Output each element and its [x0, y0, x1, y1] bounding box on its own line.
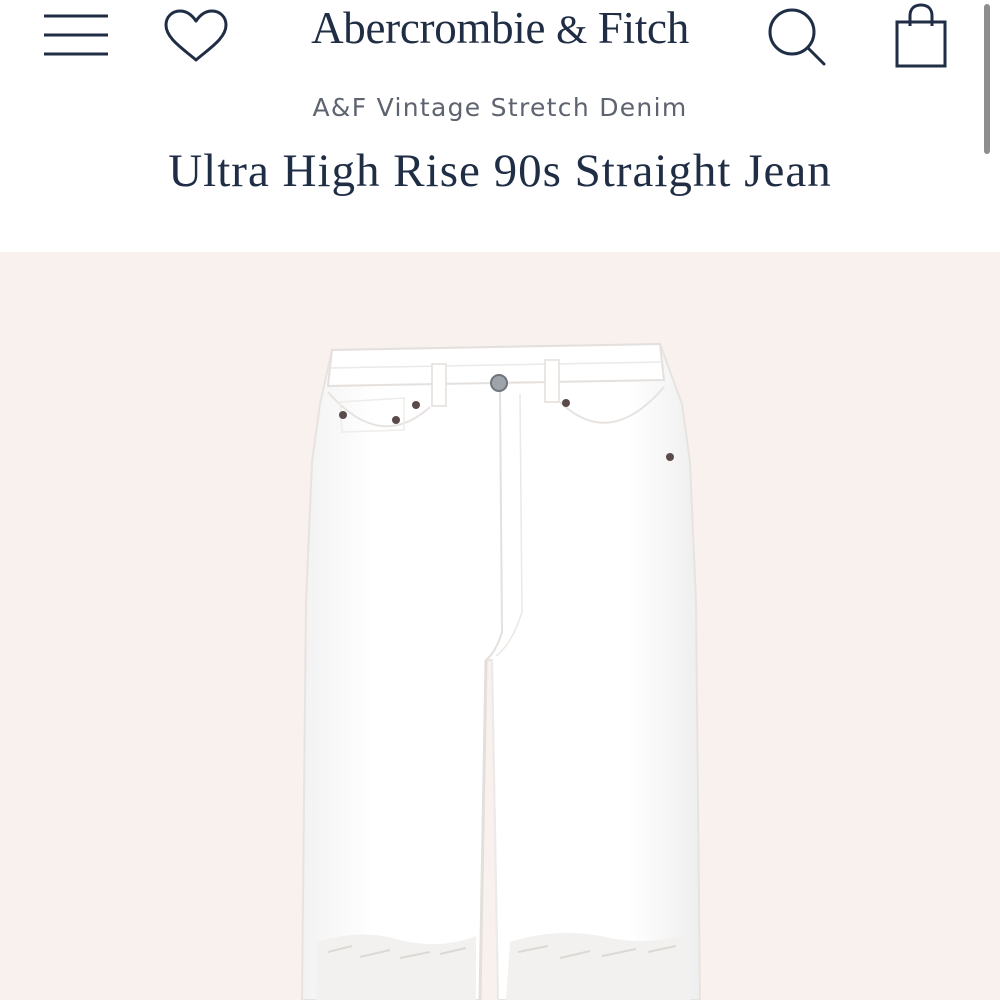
product-title: Ultra High Rise 90s Straight Jean	[168, 145, 832, 197]
heart-icon[interactable]	[162, 8, 230, 64]
brand-name-tail: Fitch	[597, 3, 689, 53]
shopping-bag-icon[interactable]	[893, 2, 951, 70]
product-image[interactable]	[0, 252, 1000, 1000]
top-navigation-bar: Abercrombie & Fitch	[0, 0, 1000, 80]
brand-name-main: Abercrombie	[311, 3, 546, 53]
hamburger-menu-icon[interactable]	[42, 12, 110, 58]
white-straight-jeans-image	[0, 252, 1000, 1000]
page-scrollbar[interactable]	[984, 4, 990, 154]
brand-ampersand: &	[556, 7, 587, 52]
brand-logo[interactable]: Abercrombie & Fitch	[250, 2, 750, 54]
search-icon[interactable]	[764, 2, 830, 68]
product-collection-label[interactable]: A&F Vintage Stretch Denim	[0, 93, 1000, 122]
